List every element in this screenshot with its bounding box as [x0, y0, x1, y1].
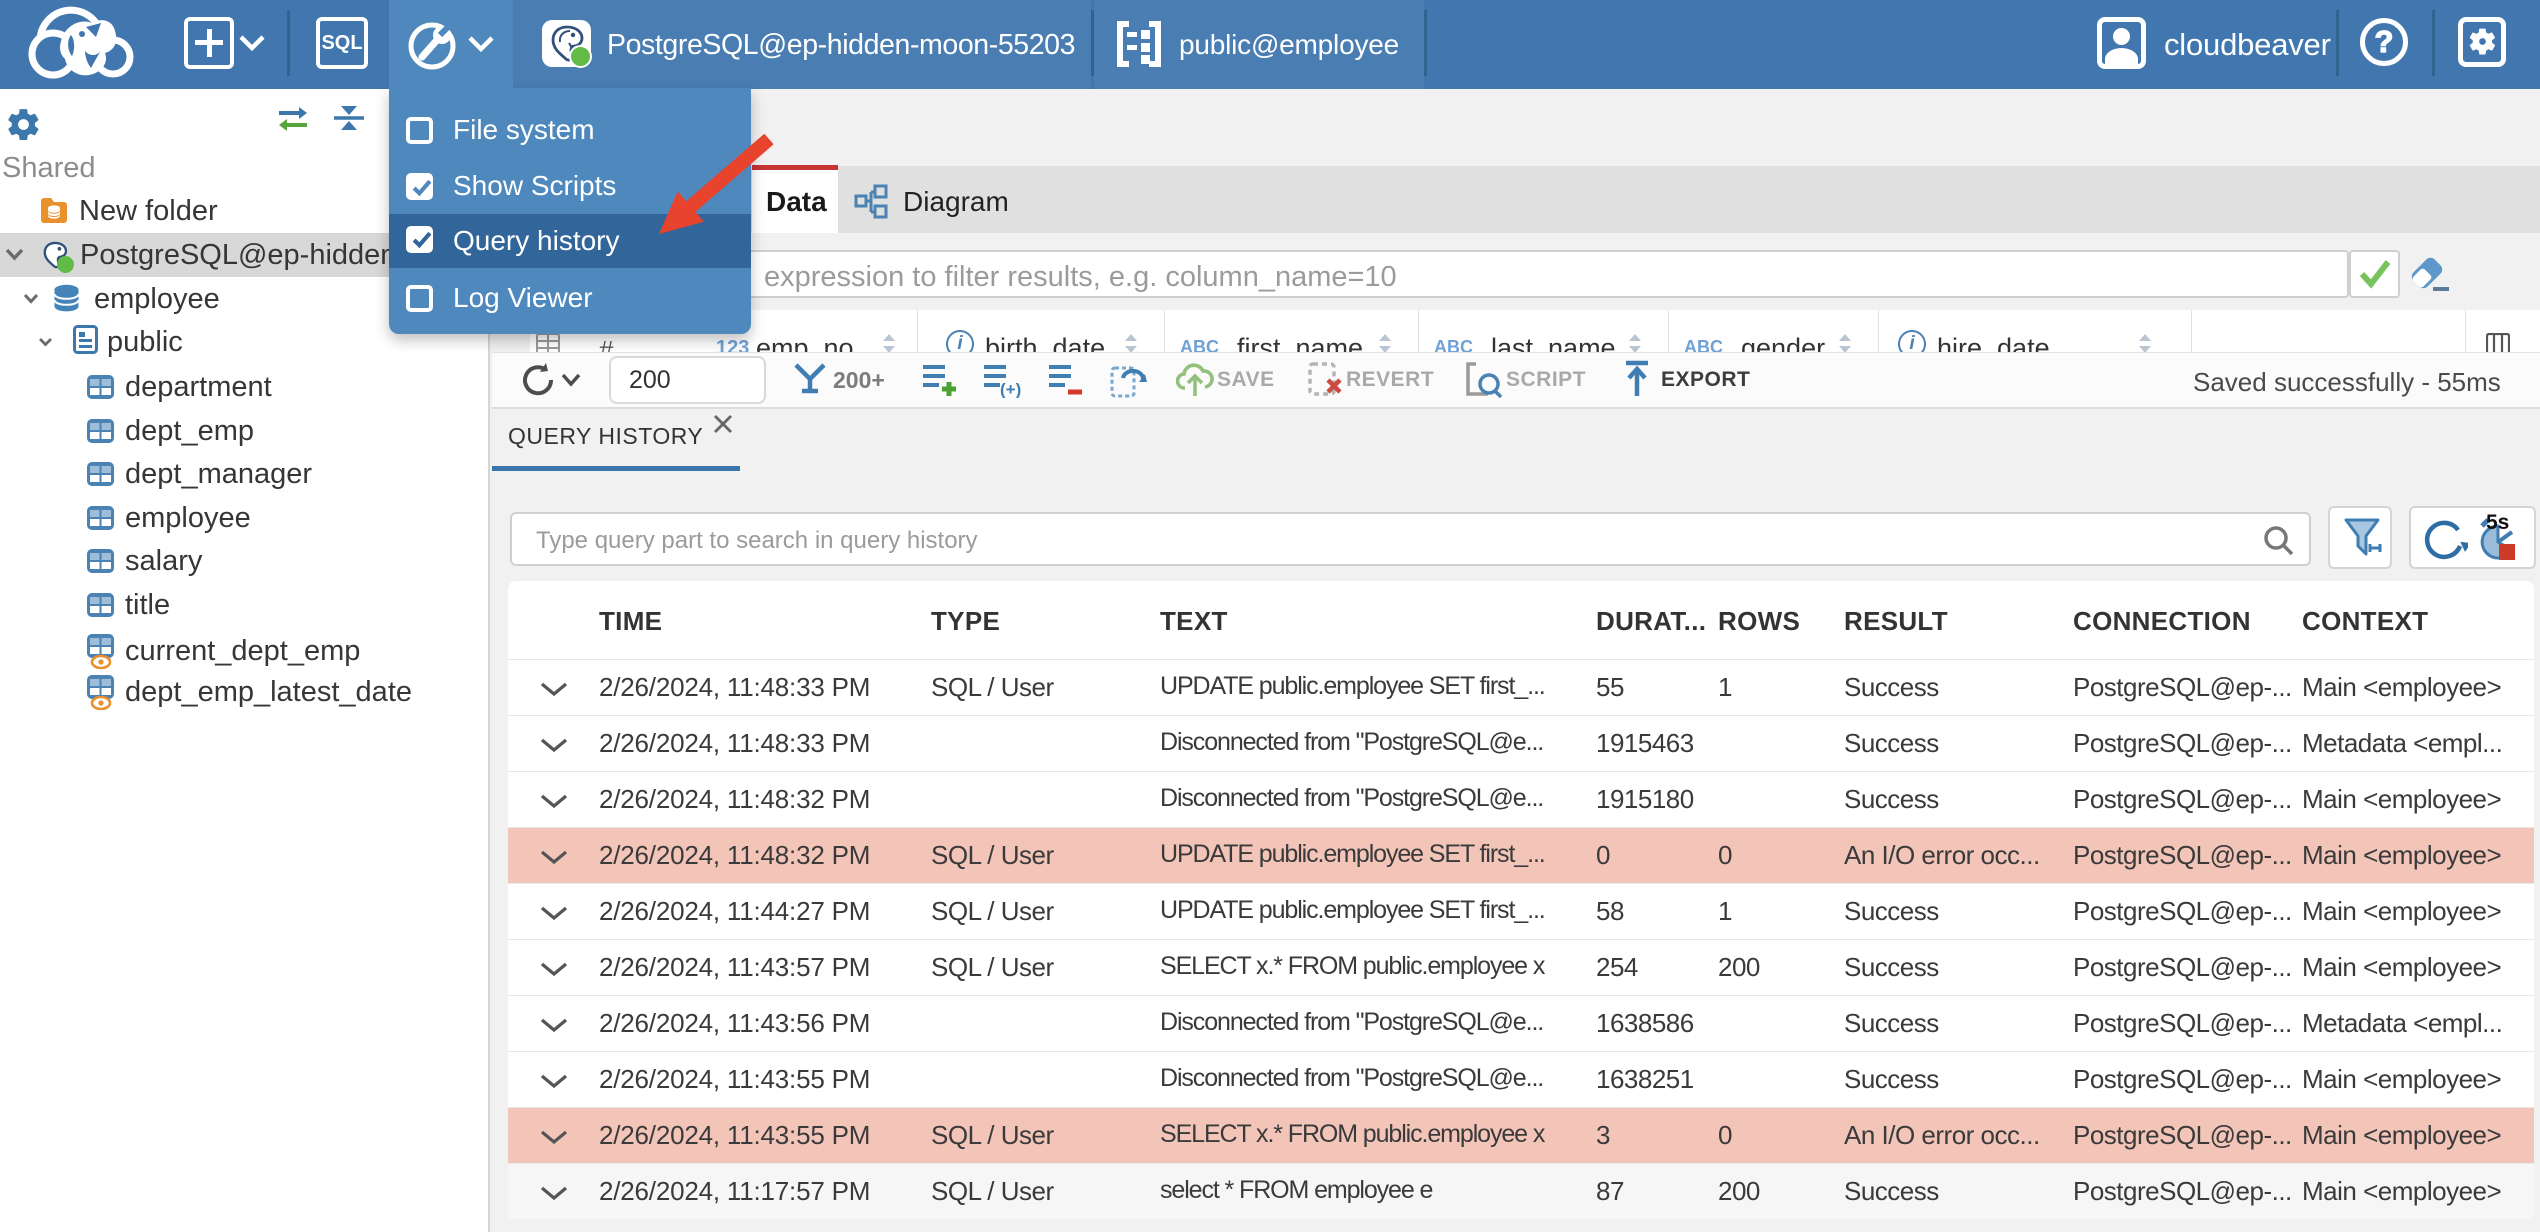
svg-text:5s: 5s [2486, 512, 2509, 534]
svg-text:(+): (+) [1000, 380, 1021, 398]
